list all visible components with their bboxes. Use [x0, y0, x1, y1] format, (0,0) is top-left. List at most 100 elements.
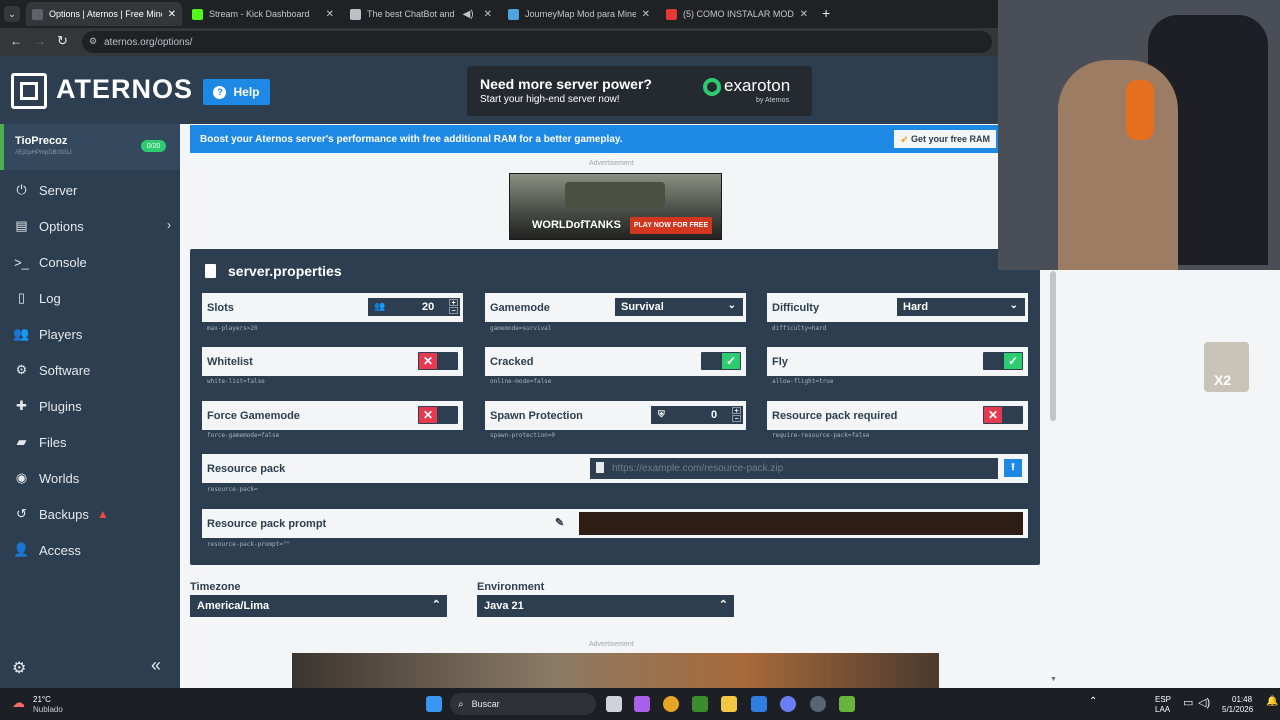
- sidebar-item-server[interactable]: ⏻ Server: [0, 172, 180, 208]
- sidebar-item-backups[interactable]: ↺ Backups ▲: [0, 496, 180, 532]
- show-hidden-icons-icon[interactable]: ⌃: [1089, 696, 1097, 707]
- close-tab-icon[interactable]: ✕: [642, 9, 650, 20]
- minecraft-launcher-icon[interactable]: [692, 696, 708, 712]
- worldoftanks-ad[interactable]: WORLDofTANKS PLAY NOW FOR FREE: [509, 173, 722, 240]
- fly-toggle[interactable]: ✓: [983, 352, 1023, 370]
- rocket-icon: ➶: [900, 133, 908, 144]
- server-user-card[interactable]: TioPrecoz #EjGpHPmpDBr3GLI 0/20: [0, 124, 180, 170]
- decrement-icon[interactable]: −: [732, 415, 741, 423]
- timezone-select[interactable]: America/Lima ⌃: [190, 595, 447, 617]
- aternos-logo-icon[interactable]: [11, 73, 47, 109]
- whitelist-toggle[interactable]: ✕: [418, 352, 458, 370]
- chevron-down-icon: ⌄: [1009, 300, 1018, 311]
- chevron-up-icon: ⌃: [718, 599, 728, 611]
- taskbar-search[interactable]: ⌕ Buscar: [450, 693, 596, 715]
- exaroton-ad-banner[interactable]: Need more server power? Start your high-…: [467, 66, 812, 116]
- decrement-icon[interactable]: −: [449, 307, 458, 315]
- sidebar-item-software[interactable]: ⚙ Software: [0, 352, 180, 388]
- steam-icon[interactable]: [810, 696, 826, 712]
- spawn-protection-value[interactable]: 0: [711, 409, 717, 421]
- resource-pack-input[interactable]: https://example.com/resource-pack.zip: [590, 458, 998, 479]
- page-scrollbar[interactable]: [1050, 271, 1056, 421]
- browser-tab-aternos[interactable]: Options | Aternos | Free Minecraft ✕: [26, 2, 182, 26]
- store-icon[interactable]: [751, 696, 767, 712]
- resource-pack-placeholder: https://example.com/resource-pack.zip: [612, 463, 784, 474]
- bottom-ad-banner[interactable]: [292, 653, 939, 688]
- power-icon: ⏻: [16, 182, 27, 197]
- chrome-icon[interactable]: [663, 696, 679, 712]
- resource-pack-prompt-key: resource-pack-prompt="": [207, 541, 291, 548]
- gamemode-select[interactable]: Survival ⌄: [615, 298, 743, 316]
- sidebar-item-plugins[interactable]: ✚ Plugins: [0, 388, 180, 424]
- sidebar-item-label: Backups: [39, 506, 89, 522]
- resource-pack-prompt-preview[interactable]: [579, 512, 1023, 535]
- browser-tab-journeymap[interactable]: JourneyMap Mod para Minecra ✕: [502, 2, 656, 26]
- browser-tab-chatbot[interactable]: The best ChatBot and Widg ◀) ✕: [344, 2, 498, 26]
- spawn-protection-stepper[interactable]: ⛨ 0 + −: [651, 406, 743, 424]
- audio-icon[interactable]: ◀): [463, 9, 474, 20]
- lang-code[interactable]: ESP: [1155, 695, 1171, 704]
- help-button[interactable]: ? Help: [203, 79, 270, 105]
- resource-pack-required-toggle[interactable]: ✕: [983, 406, 1023, 424]
- close-tab-icon[interactable]: ✕: [800, 9, 808, 20]
- scroll-down-arrow-icon[interactable]: ▼: [1050, 676, 1057, 683]
- slots-value[interactable]: 20: [422, 301, 434, 313]
- aternos-favicon-icon: [32, 8, 43, 20]
- free-ram-banner: Boost your Aternos server's performance …: [190, 125, 1000, 153]
- ad-play-button[interactable]: PLAY NOW FOR FREE: [630, 217, 712, 234]
- sidebar-item-log[interactable]: ▯ Log: [0, 280, 180, 316]
- browser-tab-youtube[interactable]: (5) COMO INSTALAR MODS en ✕: [660, 2, 814, 26]
- increment-icon[interactable]: +: [732, 407, 741, 415]
- spawn-protection-option: Spawn Protection ⛨ 0 + −: [485, 401, 746, 430]
- site-info-icon[interactable]: ⚙: [89, 36, 97, 47]
- increment-icon[interactable]: +: [449, 299, 458, 307]
- slots-stepper[interactable]: 👥 20 + −: [368, 298, 460, 316]
- weather-desc: Nublado: [33, 705, 63, 714]
- check-icon: ✓: [1004, 353, 1022, 369]
- sidebar-item-worlds[interactable]: ◉ Worlds: [0, 460, 180, 496]
- close-tab-icon[interactable]: ✕: [326, 9, 334, 20]
- sidebar-item-files[interactable]: ▰ Files: [0, 424, 180, 460]
- reload-icon[interactable]: ↻: [57, 33, 68, 49]
- select-value: Java 21: [484, 600, 524, 612]
- sticker-multiplier: X2: [1214, 372, 1232, 388]
- close-tab-icon[interactable]: ✕: [168, 9, 176, 20]
- free-ram-button[interactable]: ➶ Get your free RAM: [894, 130, 996, 148]
- sidebar-item-options[interactable]: ▤ Options ›: [0, 208, 180, 244]
- close-tab-icon[interactable]: ✕: [484, 9, 492, 20]
- notification-bell-icon[interactable]: 🔔: [1266, 696, 1278, 707]
- upload-button[interactable]: ⭱: [1004, 459, 1022, 477]
- sidebar-item-players[interactable]: 👥 Players: [0, 316, 180, 352]
- volume-icon[interactable]: ◁): [1198, 696, 1210, 709]
- option-label: Whitelist: [207, 355, 253, 368]
- clock-date[interactable]: 5/1/2026: [1222, 705, 1253, 714]
- file-explorer-icon[interactable]: [721, 696, 737, 712]
- windows-start-icon[interactable]: [426, 696, 442, 712]
- url-field[interactable]: ⚙ aternos.org/options/: [82, 31, 992, 53]
- difficulty-select[interactable]: Hard ⌄: [897, 298, 1025, 316]
- app-icon[interactable]: [780, 696, 796, 712]
- x-icon: ✕: [419, 353, 437, 369]
- minecraft-icon[interactable]: [839, 696, 855, 712]
- log-icon: ▯: [17, 290, 26, 305]
- environment-select[interactable]: Java 21 ⌃: [477, 595, 734, 617]
- sidebar-item-console[interactable]: >_ Console: [0, 244, 180, 280]
- task-view-icon[interactable]: [606, 696, 622, 712]
- tab-list-button[interactable]: ⌄: [4, 6, 20, 22]
- sidebar-item-access[interactable]: 👤 Access: [0, 532, 180, 568]
- back-icon[interactable]: ←: [10, 34, 22, 48]
- force-gamemode-toggle[interactable]: ✕: [418, 406, 458, 424]
- lang-layout[interactable]: LAA: [1155, 705, 1170, 714]
- collapse-sidebar-icon[interactable]: «: [151, 655, 161, 676]
- settings-gear-icon[interactable]: ⚙: [12, 658, 26, 678]
- forward-icon[interactable]: →: [34, 34, 46, 48]
- network-icon[interactable]: ▭: [1183, 696, 1193, 709]
- clock-time[interactable]: 01:48: [1232, 695, 1252, 704]
- browser-tab-kick[interactable]: Stream - Kick Dashboard ✕: [186, 2, 340, 26]
- copilot-icon[interactable]: [634, 696, 650, 712]
- cracked-toggle[interactable]: ✓: [701, 352, 741, 370]
- edit-pencil-icon[interactable]: ✎: [555, 516, 564, 529]
- new-tab-button[interactable]: +: [822, 5, 830, 21]
- tab-label: Stream - Kick Dashboard: [209, 9, 310, 19]
- site-logo-text[interactable]: ATERNOS: [56, 74, 193, 105]
